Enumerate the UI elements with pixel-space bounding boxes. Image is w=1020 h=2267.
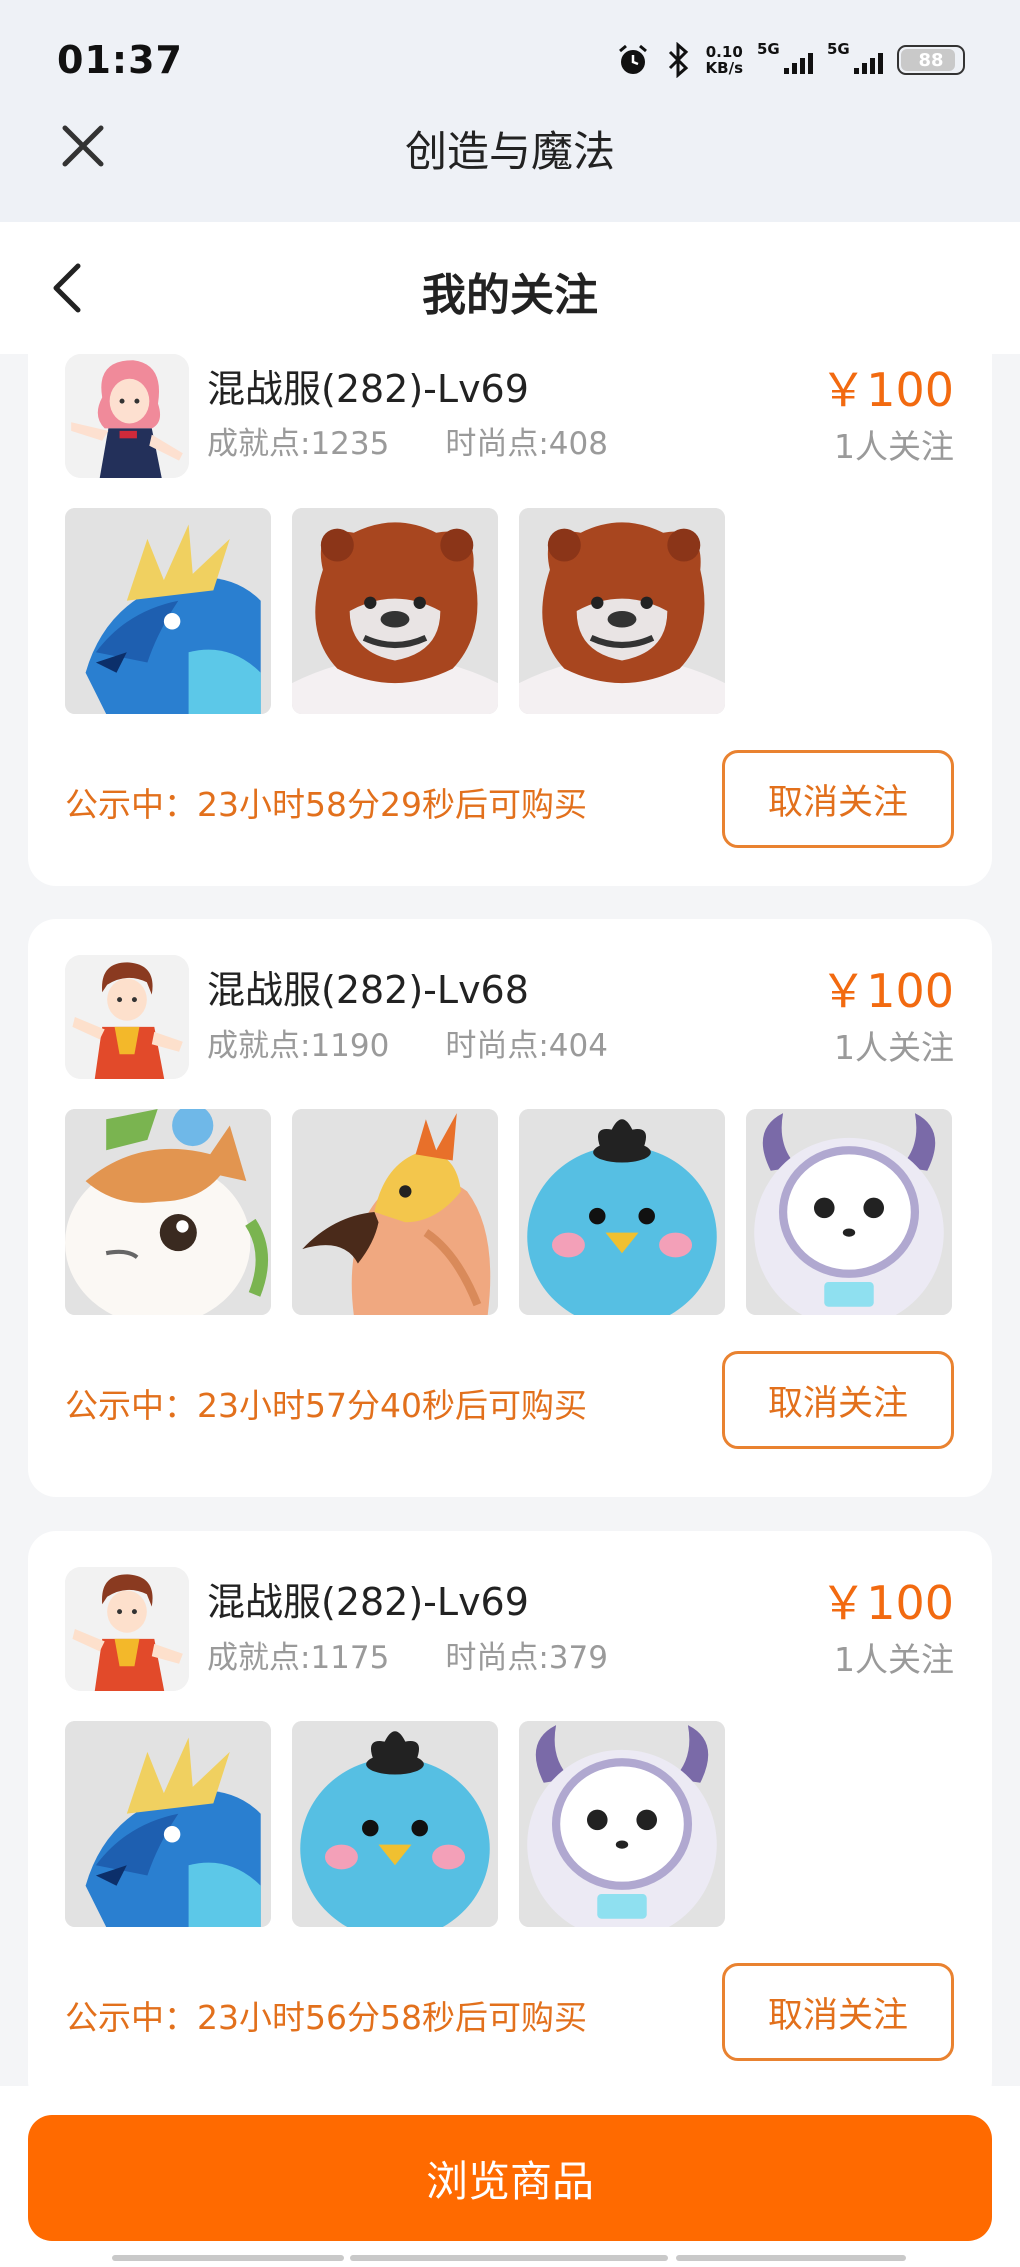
status-time: 01:37 <box>57 38 183 82</box>
server-level: 混战服(282)-Lv68 <box>207 968 529 1012</box>
signal-5g-icon-1: 5G <box>757 40 813 78</box>
server-level: 混战服(282)-Lv69 <box>207 1580 529 1624</box>
network-speed-unit: KB/s <box>705 59 743 77</box>
bluetooth-icon <box>668 42 688 78</box>
followed-item-card[interactable]: 混战服(282)-Lv69 成就点:1175 时尚点:379 ￥100 1人关注 … <box>28 1531 992 2086</box>
pet-thumbnail-astronaut[interactable] <box>746 1109 952 1315</box>
pet-thumbnails <box>65 1721 725 1927</box>
pet-thumbnail-dragon[interactable] <box>65 1721 271 1927</box>
followed-item-card[interactable]: 混战服(282)-Lv69 成就点:1235 时尚点:408 ￥100 1人关注 … <box>28 354 992 886</box>
unfollow-button[interactable]: 取消关注 <box>722 750 954 848</box>
item-stats: 成就点:1175 时尚点:379 <box>207 1632 608 1677</box>
pet-thumbnail-bird[interactable] <box>292 1721 498 1927</box>
gesture-bar <box>112 2255 344 2261</box>
countdown-status: 公示中：23小时56分58秒后可购买 <box>65 1998 587 2037</box>
unfollow-button[interactable]: 取消关注 <box>722 1351 954 1449</box>
item-price: ￥100 <box>820 964 954 1018</box>
signal-label: 5G <box>757 40 780 58</box>
pet-thumbnails <box>65 1109 952 1315</box>
browse-products-button[interactable]: 浏览商品 <box>28 2115 992 2241</box>
countdown-status: 公示中：23小时57分40秒后可购买 <box>65 1386 587 1425</box>
network-speed: 0.10 KB/s <box>706 44 743 76</box>
app-header: 01:37 0.10 KB/s 5G 5G 88 创造与魔法 <box>0 0 1020 222</box>
gesture-bar <box>350 2255 668 2261</box>
item-price: ￥100 <box>820 363 954 417</box>
fashion-points: 时尚点:408 <box>445 426 608 462</box>
alarm-icon <box>618 44 647 74</box>
fashion-points: 时尚点:404 <box>445 1028 608 1064</box>
followed-item-card[interactable]: 混战服(282)-Lv68 成就点:1190 时尚点:404 ￥100 1人关注 … <box>28 919 992 1497</box>
pet-thumbnail-dragon[interactable] <box>65 508 271 714</box>
character-avatar <box>65 1567 189 1691</box>
signal-label: 5G <box>827 40 850 58</box>
pet-thumbnail-cat[interactable] <box>65 1109 271 1315</box>
follower-count: 1人关注 <box>834 427 954 466</box>
gesture-bar <box>676 2255 906 2261</box>
item-stats: 成就点:1190 时尚点:404 <box>207 1020 608 1065</box>
achievement-points: 成就点:1190 <box>207 1028 390 1064</box>
pet-thumbnail-bear[interactable] <box>519 508 725 714</box>
countdown-status: 公示中：23小时58分29秒后可购买 <box>65 785 587 824</box>
achievement-points: 成就点:1235 <box>207 426 390 462</box>
server-level: 混战服(282)-Lv69 <box>207 367 529 411</box>
unfollow-button[interactable]: 取消关注 <box>722 1963 954 2061</box>
pet-thumbnail-parrot[interactable] <box>292 1109 498 1315</box>
item-price: ￥100 <box>820 1576 954 1630</box>
character-avatar <box>65 955 189 1079</box>
page-title: 我的关注 <box>422 270 598 321</box>
pet-thumbnail-astronaut[interactable] <box>519 1721 725 1927</box>
character-avatar <box>65 354 189 478</box>
status-icons: 0.10 KB/s 5G 5G 88 <box>616 40 965 80</box>
network-speed-value: 0.10 <box>705 43 743 61</box>
signal-5g-icon-2: 5G <box>827 40 883 78</box>
battery-icon: 88 <box>897 45 965 75</box>
fashion-points: 时尚点:379 <box>445 1640 608 1676</box>
follower-count: 1人关注 <box>834 1640 954 1679</box>
battery-level: 88 <box>918 49 944 71</box>
follower-count: 1人关注 <box>834 1028 954 1067</box>
app-title: 创造与魔法 <box>404 127 615 176</box>
achievement-points: 成就点:1175 <box>207 1640 390 1676</box>
item-stats: 成就点:1235 时尚点:408 <box>207 418 608 463</box>
pet-thumbnail-bear[interactable] <box>292 508 498 714</box>
followed-items-list[interactable]: 混战服(282)-Lv69 成就点:1235 时尚点:408 ￥100 1人关注 … <box>0 354 1020 2086</box>
pet-thumbnails <box>65 508 725 714</box>
pet-thumbnail-bird[interactable] <box>519 1109 725 1315</box>
